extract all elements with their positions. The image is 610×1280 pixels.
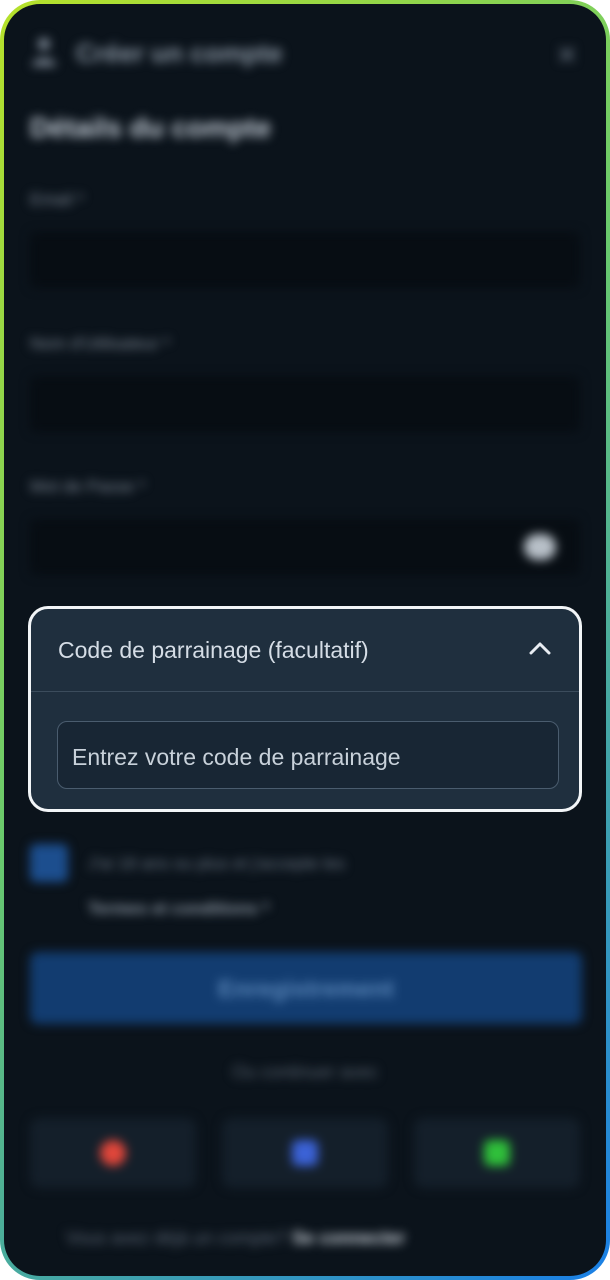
footer: Vous avez déjà un compte? Se connecter [66, 1228, 405, 1249]
close-icon[interactable]: ✕ [556, 40, 578, 71]
facebook-button[interactable] [222, 1118, 388, 1188]
consent-text: J'ai 18 ans ou plus et j'accepte les [88, 854, 345, 873]
password-label: Mot de Passe * [30, 477, 146, 496]
email-label: Email * [30, 190, 84, 209]
facebook-icon [292, 1140, 318, 1166]
password-field[interactable] [30, 519, 580, 575]
device-frame: Créer un compte ✕ Détails du compte Emai… [0, 0, 610, 1280]
header-title: Créer un compte [76, 38, 283, 68]
user-icon [32, 38, 56, 66]
line-icon [484, 1140, 510, 1166]
google-icon [100, 1140, 126, 1166]
section-title: Détails du compte [30, 112, 272, 143]
referral-code-placeholder: Entrez votre code de parrainage [72, 744, 401, 770]
login-link[interactable]: Se connecter [292, 1228, 405, 1248]
terms-link[interactable]: Termes et conditions * [88, 899, 269, 919]
referral-code-input[interactable]: Entrez votre code de parrainage [57, 721, 559, 789]
accordion-divider [31, 691, 579, 692]
username-field[interactable] [30, 376, 580, 432]
screen: Créer un compte ✕ Détails du compte Emai… [4, 4, 606, 1276]
chevron-up-icon[interactable] [529, 641, 551, 655]
google-button[interactable] [30, 1118, 196, 1188]
username-label: Nom d'Utilisateur * [30, 334, 171, 353]
or-continue-text: Ou continuer avec [231, 1062, 379, 1082]
eye-icon[interactable] [524, 534, 556, 560]
referral-title: Code de parrainage (facultatif) [58, 637, 369, 663]
terms-checkbox[interactable] [30, 844, 68, 882]
line-button[interactable] [414, 1118, 580, 1188]
register-button-label: Enregistrement [217, 976, 395, 1003]
referral-accordion-header[interactable]: Code de parrainage (facultatif) [31, 609, 579, 691]
referral-accordion: Code de parrainage (facultatif) Entrez v… [28, 606, 582, 812]
register-button[interactable]: Enregistrement [30, 952, 582, 1024]
footer-text: Vous avez déjà un compte? [66, 1228, 288, 1248]
email-field[interactable] [30, 232, 580, 288]
